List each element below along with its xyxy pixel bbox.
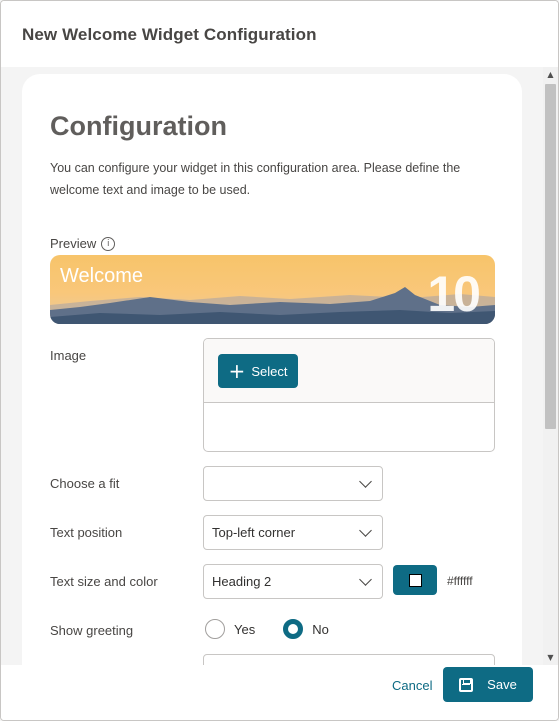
info-icon[interactable]: i <box>101 236 116 251</box>
welcome-preview-banner: Welcome 10 <box>50 255 495 324</box>
banner-number: 10 <box>427 266 481 322</box>
image-picker-toolbar: + Select <box>204 339 494 403</box>
save-label: Save <box>487 677 517 692</box>
radio-yes-label: Yes <box>234 621 256 637</box>
text-color-hex: #ffffff <box>447 574 473 588</box>
floppy-disk-icon <box>459 677 474 692</box>
vertical-scrollbar[interactable]: ▲ ▼ <box>543 67 558 665</box>
greeting-no-option[interactable]: No <box>283 619 329 639</box>
banner-welcome-text: Welcome <box>60 265 143 287</box>
preview-label-row: Preview i <box>50 236 116 251</box>
greeting-text-input[interactable] <box>203 654 495 665</box>
show-greeting-label: Show greeting <box>50 623 134 638</box>
image-picker: + Select <box>203 338 495 452</box>
image-label: Image <box>50 348 87 363</box>
scroll-up-arrow-icon[interactable]: ▲ <box>543 67 558 82</box>
text-color-picker-button[interactable] <box>393 565 437 595</box>
select-image-label: Select <box>251 363 288 379</box>
save-button[interactable]: Save <box>443 667 533 702</box>
chevron-down-icon <box>359 523 372 537</box>
scroll-down-arrow-icon[interactable]: ▼ <box>543 650 558 665</box>
plus-icon: + <box>228 359 246 383</box>
configuration-description: You can configure your widget in this co… <box>50 161 461 197</box>
scrollbar-thumb[interactable] <box>545 84 556 429</box>
preview-label: Preview <box>50 236 97 251</box>
dialog-scroll-area[interactable]: Configuration You can configure your wid… <box>1 67 558 665</box>
dialog-header: New Welcome Widget Configuration <box>1 1 558 69</box>
text-size-color-label: Text size and color <box>50 574 158 589</box>
cancel-button[interactable]: Cancel <box>392 678 432 693</box>
chevron-down-icon <box>359 474 372 488</box>
greeting-yes-option[interactable]: Yes <box>205 619 255 639</box>
color-swatch <box>408 573 422 587</box>
configuration-card: Configuration You can configure your wid… <box>22 74 522 665</box>
show-greeting-radio-group: Yes No <box>205 619 349 639</box>
radio-no[interactable] <box>283 619 304 639</box>
fit-label: Choose a fit <box>50 476 120 491</box>
select-image-button[interactable]: + Select <box>218 354 298 388</box>
fit-dropdown[interactable] <box>203 466 383 501</box>
text-size-value: Heading 2 <box>212 574 272 589</box>
text-position-label: Text position <box>50 525 123 540</box>
chevron-down-icon <box>359 572 372 586</box>
configuration-heading: Configuration <box>50 111 227 141</box>
dialog-footer: Cancel Save <box>1 665 558 720</box>
dialog-title: New Welcome Widget Configuration <box>22 25 317 44</box>
text-position-value: Top-left corner <box>212 525 296 540</box>
text-position-dropdown[interactable]: Top-left corner <box>203 515 383 550</box>
radio-yes[interactable] <box>205 619 225 639</box>
text-size-dropdown[interactable]: Heading 2 <box>203 564 383 599</box>
welcome-widget-dialog: New Welcome Widget Configuration Configu… <box>0 0 559 721</box>
radio-no-label: No <box>312 621 329 637</box>
